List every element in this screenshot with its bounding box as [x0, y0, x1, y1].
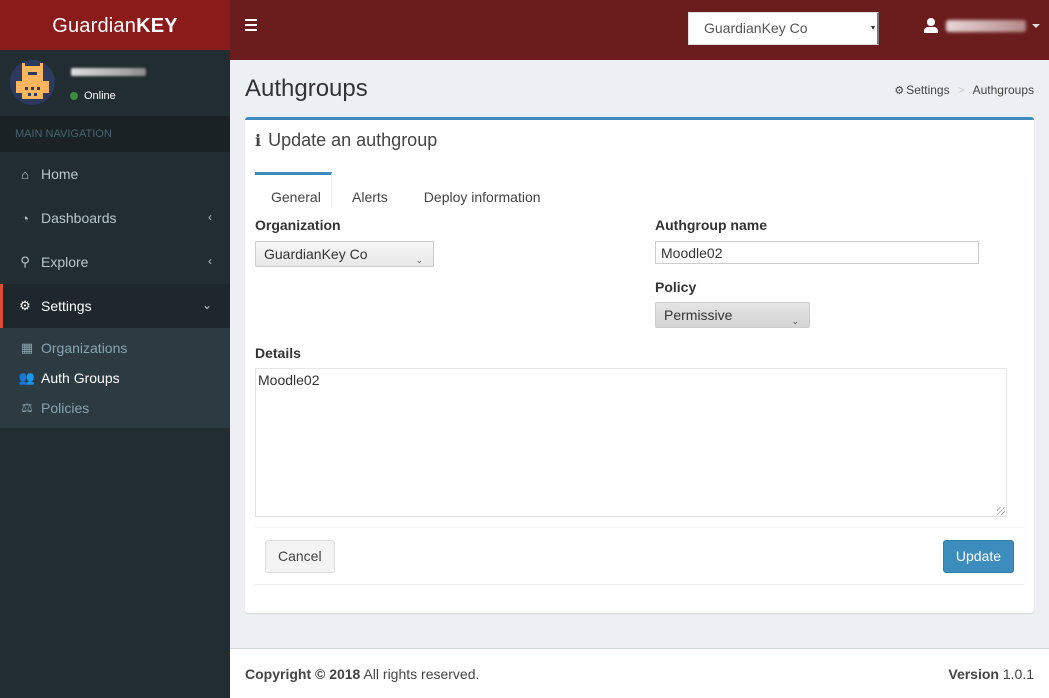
breadcrumb-current: Authgroups — [972, 83, 1034, 97]
tab-bar: General Alerts Deploy information — [255, 172, 557, 208]
version-value: 1.0.1 — [998, 666, 1034, 682]
organization-select-value: GuardianKey Co — [264, 246, 368, 262]
organization-switcher-value: GuardianKey Co — [704, 20, 808, 36]
organization-switcher-select[interactable]: GuardianKey Co — [688, 12, 879, 45]
form-footer: Cancel Update — [255, 527, 1024, 584]
sidebar-item-dashboards[interactable]: ◔ Dashboards ‹ — [0, 196, 230, 240]
top-navbar: GuardianKey Co — [230, 0, 1049, 60]
chevron-down-icon: ⌄ — [791, 316, 799, 326]
user-status-text: Online — [84, 90, 116, 102]
caret-down-icon — [871, 26, 875, 30]
chevron-left-icon: ‹ — [208, 254, 212, 268]
nav-header: MAIN NAVIGATION — [0, 116, 230, 152]
copyright-bold: Copyright © 2018 — [245, 666, 361, 682]
sidebar-subitem-auth-groups[interactable]: 👥 Auth Groups — [0, 363, 230, 393]
avatar — [10, 60, 55, 105]
copyright: Copyright © 2018 All rights reserved. — [245, 666, 479, 682]
caret-down-icon — [1032, 24, 1040, 28]
info-icon: i — [255, 131, 262, 150]
resize-grip-icon[interactable] — [997, 507, 1005, 515]
user-name-redacted — [71, 68, 146, 76]
sidebar-item-label: Dashboards — [41, 210, 117, 226]
sidebar-item-home[interactable]: ⌂ Home — [0, 152, 230, 196]
sidebar-item-label: Home — [41, 166, 79, 182]
details-label: Details — [255, 345, 301, 361]
settings-submenu: ▦ Organizations 👥 Auth Groups ⚖ Policies — [0, 328, 230, 428]
user-panel: Online — [0, 50, 230, 116]
user-name-redacted — [946, 20, 1026, 32]
page-footer: Copyright © 2018 All rights reserved. Ve… — [230, 648, 1049, 698]
sidebar-item-settings[interactable]: ⚙ Settings ⌄ — [0, 284, 230, 328]
organization-select[interactable]: GuardianKey Co ⌄ — [255, 241, 434, 267]
hamburger-icon[interactable] — [245, 19, 257, 31]
sidebar-item-explore[interactable]: ⚲ Explore ‹ — [0, 240, 230, 284]
tab-general[interactable]: General — [255, 172, 332, 208]
tab-alerts[interactable]: Alerts — [332, 172, 408, 208]
organization-label: Organization — [255, 217, 341, 233]
policy-select[interactable]: Permissive ⌄ — [655, 302, 810, 328]
policy-label: Policy — [655, 279, 697, 295]
policy-select-value: Permissive — [664, 307, 733, 323]
brand-name-bold: KEY — [136, 15, 178, 37]
chevron-down-icon: ⌄ — [201, 298, 212, 312]
building-icon: ▦ — [20, 340, 34, 355]
balance-scale-icon: ⚖ — [21, 400, 33, 415]
users-icon: 👥 — [18, 370, 36, 385]
user-menu[interactable] — [924, 14, 1040, 38]
update-authgroup-box: i Update an authgroup General Alerts Dep… — [245, 117, 1034, 613]
gears-icon: ⚙ — [19, 298, 31, 313]
box-title-text: Update an authgroup — [268, 130, 438, 150]
authgroup-name-label: Authgroup name — [655, 217, 767, 233]
online-dot-icon — [70, 92, 78, 100]
update-button[interactable]: Update — [942, 540, 1014, 573]
dashboard-icon: ◔ — [21, 210, 29, 226]
version: Version 1.0.1 — [948, 666, 1034, 682]
tab-deploy-information[interactable]: Deploy information — [408, 172, 557, 208]
cancel-button[interactable]: Cancel — [265, 540, 335, 573]
chevron-down-icon: ⌄ — [415, 255, 423, 265]
search-icon: ⚲ — [20, 254, 30, 269]
details-textarea-value: Moodle02 — [258, 372, 320, 388]
details-textarea[interactable]: Moodle02 — [255, 368, 1007, 517]
copyright-rest: All rights reserved. — [360, 666, 480, 682]
user-icon — [924, 18, 938, 34]
user-status: Online — [70, 90, 116, 102]
brand-logo[interactable]: GuardianKEY — [0, 0, 230, 50]
chevron-left-icon: ‹ — [208, 210, 212, 224]
gears-icon: ⚙ — [894, 85, 905, 97]
tabs-card: General Alerts Deploy information Organi… — [255, 172, 1024, 584]
home-icon: ⌂ — [21, 166, 29, 182]
breadcrumb: ⚙ Settings > Authgroups — [894, 83, 1034, 97]
version-label: Version — [948, 666, 999, 682]
sidebar: Online MAIN NAVIGATION ⌂ Home ◔ Dashboar… — [0, 50, 230, 698]
sidebar-item-label: Explore — [41, 254, 89, 270]
brand-name-regular: Guardian — [52, 15, 137, 37]
breadcrumb-label: Settings — [906, 83, 950, 97]
sidebar-item-label: Settings — [41, 298, 92, 314]
breadcrumb-settings[interactable]: ⚙ Settings — [894, 83, 949, 97]
page-title: Authgroups — [245, 75, 368, 102]
sidebar-subitem-policies[interactable]: ⚖ Policies — [0, 393, 230, 423]
sidebar-subitem-label: Auth Groups — [41, 370, 120, 386]
sidebar-subitem-label: Policies — [41, 400, 90, 416]
authgroup-name-input[interactable] — [655, 241, 979, 264]
sidebar-subitem-organizations[interactable]: ▦ Organizations — [0, 333, 230, 363]
box-title: i Update an authgroup — [255, 130, 437, 151]
sidebar-subitem-label: Organizations — [41, 340, 128, 356]
breadcrumb-separator: > — [957, 83, 965, 97]
avatar-pixel-icon — [10, 60, 55, 105]
